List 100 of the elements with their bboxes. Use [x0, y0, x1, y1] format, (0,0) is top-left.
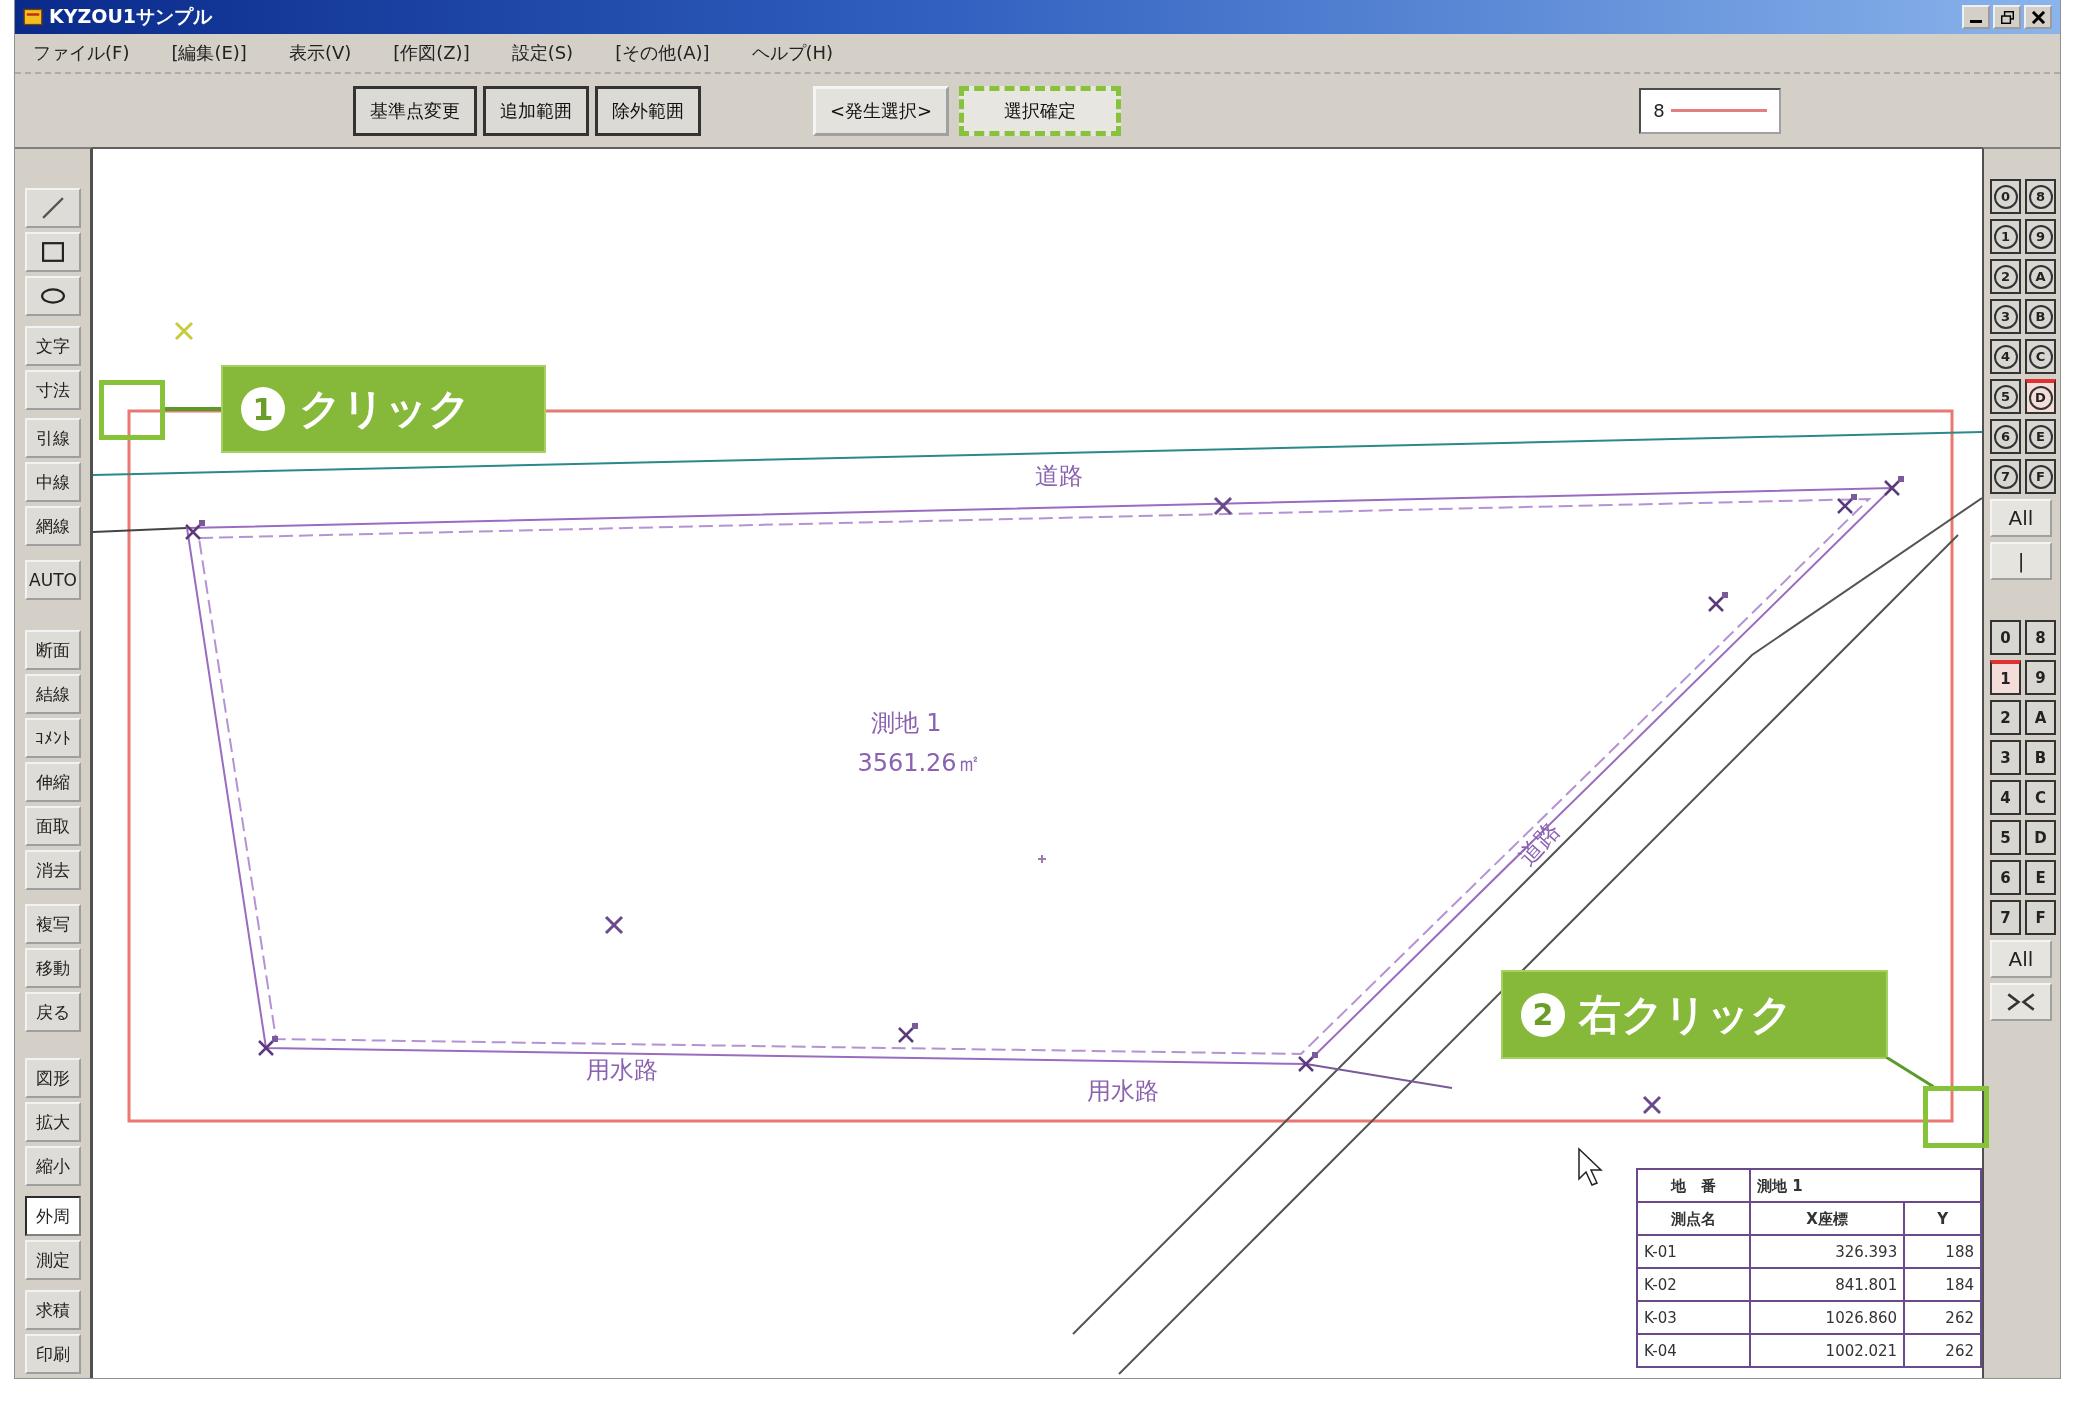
all-layers-button[interactable]: All	[1990, 940, 2052, 978]
layer-button[interactable]: B	[2025, 299, 2056, 334]
ellipse-tool-button[interactable]	[25, 276, 81, 316]
layer-button[interactable]: 9	[2025, 660, 2056, 695]
cross-marker	[1213, 496, 1233, 516]
minimize-button[interactable]	[1962, 5, 1990, 29]
layer-button[interactable]: F	[2025, 900, 2056, 935]
menu-item[interactable]: [その他(A)]	[611, 39, 714, 67]
rectangle-tool-button[interactable]	[25, 232, 81, 272]
tool-button[interactable]: 断面	[25, 630, 81, 670]
tool-button[interactable]: 外周	[25, 1196, 81, 1236]
tool-button[interactable]: 寸法	[25, 370, 81, 410]
tool-button[interactable]: 測定	[25, 1240, 81, 1280]
tool-button[interactable]: 文字	[25, 326, 81, 366]
tool-button[interactable]: 伸縮	[25, 762, 81, 802]
layer-button[interactable]: B	[2025, 740, 2056, 775]
line-icon	[42, 197, 64, 219]
tool-button[interactable]: 拡大	[25, 1102, 81, 1142]
menu-item[interactable]: [編集(E)]	[167, 39, 251, 67]
line-style-field[interactable]: 8	[1639, 87, 1782, 134]
toolbar-button[interactable]: 選択確定	[959, 85, 1122, 136]
menu-item[interactable]: 設定(S)	[507, 39, 578, 67]
layer-button[interactable]: 6	[1990, 860, 2021, 895]
survey-point-marker	[184, 520, 205, 541]
layer-button[interactable]: 6	[1990, 419, 2021, 454]
tool-button[interactable]: 複写	[25, 904, 81, 944]
layer-button[interactable]: D	[2025, 820, 2056, 855]
all-layers-button[interactable]: All	[1990, 499, 2052, 537]
click-target-marker	[1923, 1086, 1989, 1148]
layer-button[interactable]: 4	[1990, 780, 2021, 815]
close-icon	[2031, 10, 2045, 24]
tool-button[interactable]: 移動	[25, 948, 81, 988]
survey-point-marker	[257, 1036, 278, 1057]
callout-text: クリック	[299, 383, 471, 435]
table-cell: 188	[1904, 1235, 1981, 1268]
toolbar-button[interactable]: 追加範囲	[483, 85, 589, 136]
menu-item[interactable]: [作図(Z)]	[389, 39, 474, 67]
tool-button[interactable]: AUTO	[25, 560, 81, 600]
maximize-button[interactable]	[1993, 5, 2021, 29]
layer-button[interactable]: 2	[1990, 259, 2021, 294]
layer-button[interactable]: 1	[1990, 219, 2021, 254]
tool-button[interactable]: 引線	[25, 418, 81, 458]
menu-item[interactable]: ファイル(F)	[29, 39, 134, 67]
layer-button[interactable]: 7	[1990, 900, 2021, 935]
layer-button[interactable]: 3	[1990, 299, 2021, 334]
waterway-label: 用水路	[1087, 1077, 1159, 1105]
callout-text: 右クリック	[1579, 988, 1793, 1041]
table-header-cell: 測点名	[1637, 1202, 1750, 1235]
tool-button[interactable]: 面取	[25, 806, 81, 846]
tool-button[interactable]: 求積	[25, 1290, 81, 1330]
close-button[interactable]	[2024, 5, 2052, 29]
layer-button[interactable]: E	[2025, 860, 2056, 895]
survey-point-marker	[1297, 1052, 1318, 1073]
layer-button[interactable]: E	[2025, 419, 2056, 454]
tool-button[interactable]: 縮小	[25, 1146, 81, 1186]
tool-button[interactable]: 図形	[25, 1058, 81, 1098]
tool-button[interactable]: 結線	[25, 674, 81, 714]
tool-button[interactable]: 戻る	[25, 992, 81, 1032]
layer-button[interactable]: 3	[1990, 740, 2021, 775]
tool-button[interactable]: ｺﾒﾝﾄ	[25, 718, 81, 758]
layer-button[interactable]: 0	[1990, 620, 2021, 655]
window-title: KYZOU1サンプル	[49, 4, 213, 29]
table-cell: K-03	[1637, 1301, 1750, 1334]
layer-button[interactable]: 7	[1990, 459, 2021, 494]
mouse-cursor-icon	[1578, 1147, 1603, 1186]
layer-button[interactable]: 1	[1990, 660, 2021, 695]
menu-item[interactable]: 表示(V)	[284, 39, 356, 67]
survey-point-marker	[1836, 494, 1857, 515]
table-header-cell: Y	[1904, 1202, 1981, 1235]
layer-button[interactable]: 5	[1990, 379, 2021, 414]
toolbar-button[interactable]: 除外範囲	[595, 85, 701, 136]
tool-button[interactable]: 印刷	[25, 1334, 81, 1374]
table-cell: K-01	[1637, 1235, 1750, 1268]
layer-button[interactable]: 5	[1990, 820, 2021, 855]
layer-button[interactable]: 0	[1990, 179, 2021, 214]
line-tool-button[interactable]	[25, 188, 81, 228]
parcel-name: 測地 1	[870, 709, 942, 737]
rectangle-icon	[42, 241, 64, 263]
layer-toggle-button[interactable]: |	[1990, 542, 2052, 580]
layer-button[interactable]: 8	[2025, 179, 2056, 214]
layer-button[interactable]: C	[2025, 339, 2056, 374]
toolbar-button[interactable]: <発生選択>	[813, 85, 950, 136]
layer-button[interactable]: 4	[1990, 339, 2021, 374]
layer-button[interactable]: 2	[1990, 700, 2021, 735]
tool-button[interactable]: 消去	[25, 850, 81, 890]
menu-item[interactable]: ヘルプ(H)	[747, 39, 838, 67]
table-header-cell: X座標	[1750, 1202, 1905, 1235]
layer-button[interactable]: F	[2025, 459, 2056, 494]
table-cell: 184	[1904, 1268, 1981, 1301]
layer-button[interactable]: 8	[2025, 620, 2056, 655]
layer-button[interactable]: A	[2025, 700, 2056, 735]
layer-swap-button[interactable]	[1990, 983, 2052, 1021]
layer-button[interactable]: 9	[2025, 219, 2056, 254]
restore-icon	[2000, 10, 2014, 24]
toolbar-button[interactable]: 基準点変更	[353, 85, 477, 136]
layer-button[interactable]: D	[2025, 379, 2056, 414]
tool-button[interactable]: 網線	[25, 506, 81, 546]
tool-button[interactable]: 中線	[25, 462, 81, 502]
layer-button[interactable]: A	[2025, 259, 2056, 294]
layer-button[interactable]: C	[2025, 780, 2056, 815]
